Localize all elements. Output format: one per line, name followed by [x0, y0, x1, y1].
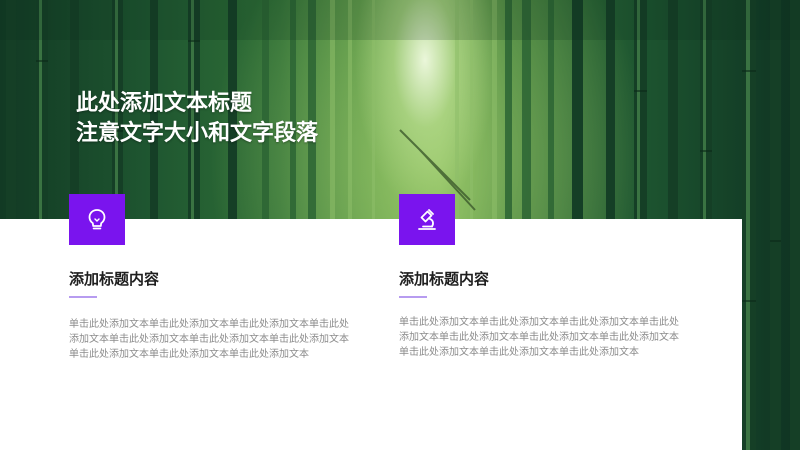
- column-2-divider: [399, 296, 427, 298]
- microscope-icon-box: [399, 194, 455, 245]
- column-2-body: 单击此处添加文本单击此处添加文本单击此处添加文本单击此处添加文本单击此处添加文本…: [399, 317, 679, 358]
- lightbulb-icon: [88, 208, 106, 229]
- microscope-icon: [418, 208, 436, 230]
- slide-title-line-2: 注意文字大小和文字段落: [76, 121, 319, 146]
- slide-title-line-1: 此处添加文本标题: [76, 91, 253, 116]
- column-1-heading: 添加标题内容: [69, 270, 160, 288]
- column-2-heading: 添加标题内容: [399, 270, 490, 288]
- slide-title: 此处添加文本标题 注意文字大小和文字段落: [76, 89, 318, 149]
- column-1-divider: [69, 296, 97, 298]
- lightbulb-icon-box: [69, 194, 125, 245]
- column-1-body: 单击此处添加文本单击此处添加文本单击此处添加文本单击此处添加文本单击此处添加文本…: [69, 319, 349, 360]
